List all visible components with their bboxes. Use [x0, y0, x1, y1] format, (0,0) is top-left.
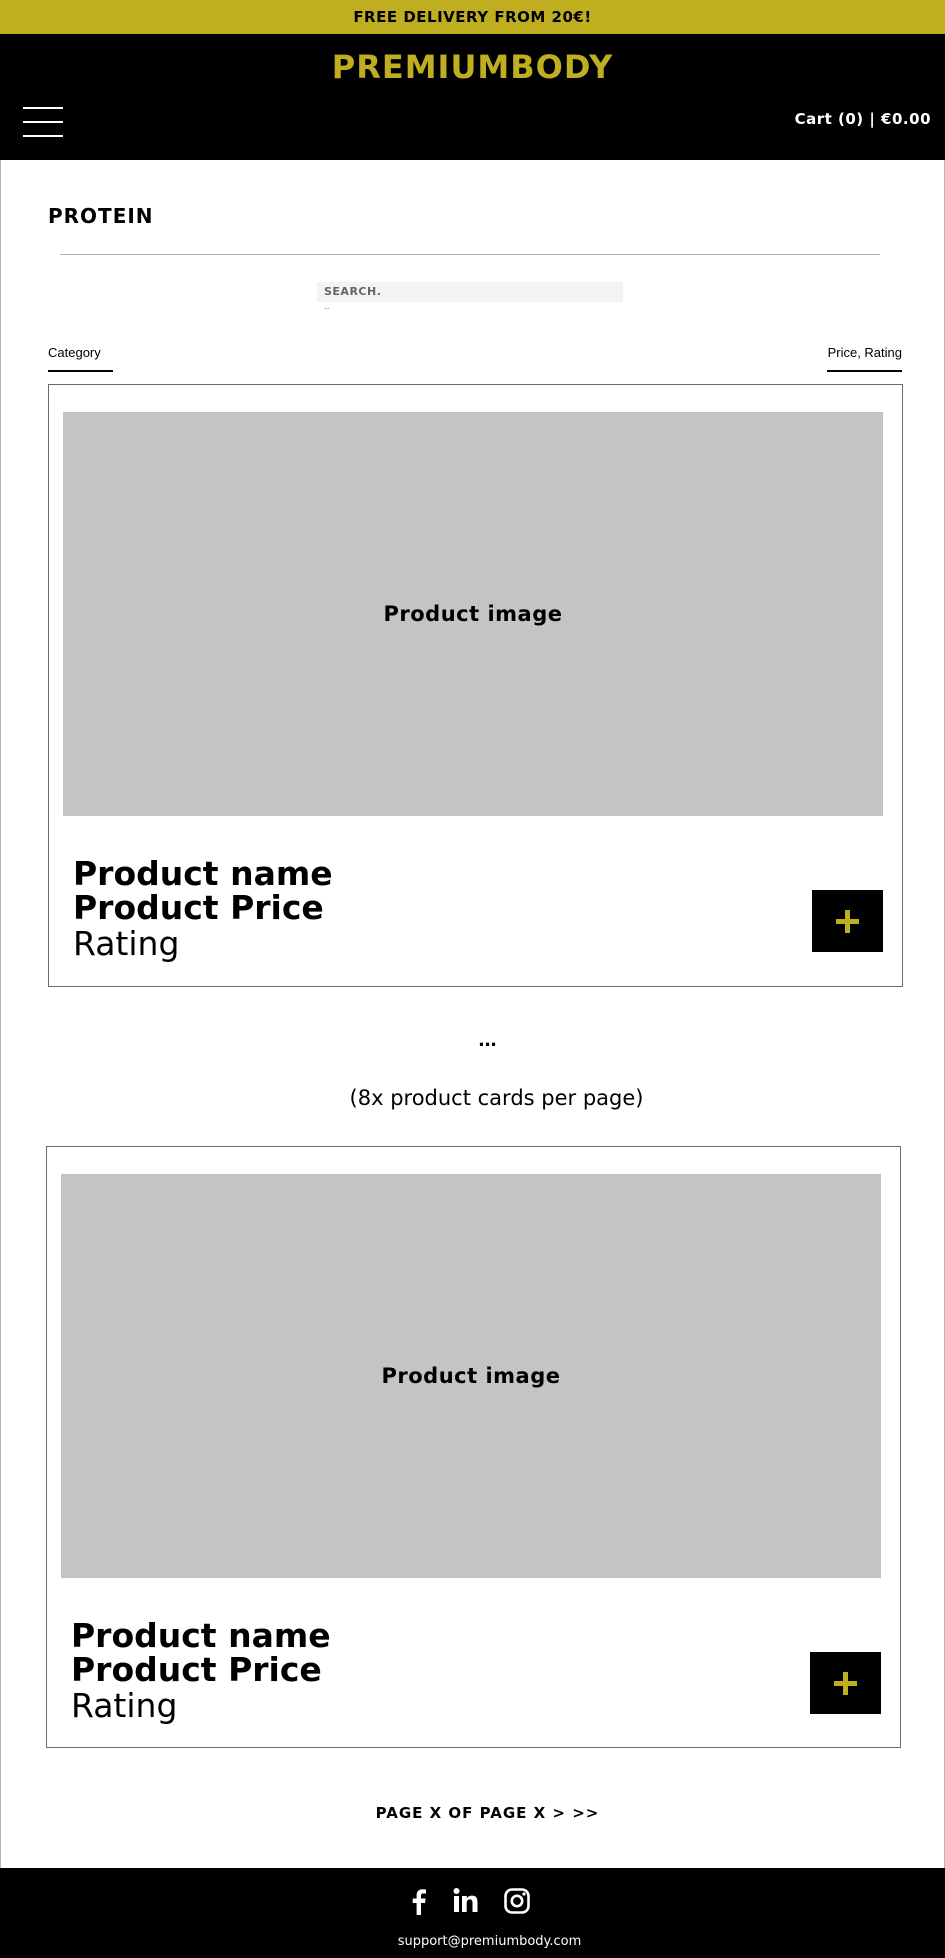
product-rating: Rating: [73, 924, 180, 963]
product-name[interactable]: Product name: [71, 1618, 331, 1654]
title-divider: [60, 254, 880, 255]
sort-filter-underline: [827, 370, 902, 372]
linkedin-icon[interactable]: [451, 1886, 481, 1916]
product-price: Product Price: [71, 1650, 322, 1689]
category-filter-underline: [48, 370, 113, 372]
announcement-bar: FREE DELIVERY FROM 20€!: [0, 0, 945, 34]
category-filter[interactable]: Category: [48, 345, 101, 360]
product-image[interactable]: Product image: [61, 1174, 881, 1578]
plus-icon[interactable]: [810, 1652, 881, 1714]
page-title: PROTEIN: [48, 204, 154, 228]
cards-per-page-note: (8x product cards per page): [349, 1086, 644, 1110]
support-email-link[interactable]: support@premiumbody.com: [0, 1934, 945, 1949]
product-rating: Rating: [71, 1686, 178, 1725]
plus-icon[interactable]: [812, 890, 883, 952]
cart-link[interactable]: Cart (0) | €0.00: [795, 110, 931, 128]
product-card[interactable]: Product image Product name Product Price…: [48, 384, 903, 987]
more-cards-ellipsis: ...: [478, 1026, 497, 1051]
facebook-icon[interactable]: [404, 1886, 434, 1916]
announcement-text: FREE DELIVERY FROM 20€!: [353, 8, 592, 26]
product-image-label: Product image: [383, 602, 563, 626]
instagram-icon[interactable]: [502, 1886, 532, 1916]
pagination[interactable]: PAGE X OF PAGE X > >>: [0, 1804, 945, 1822]
site-header: PREMIUMBODY Cart (0) | €0.00: [0, 34, 945, 160]
product-card[interactable]: Product image Product name Product Price…: [46, 1146, 901, 1748]
sort-filter[interactable]: Price, Rating: [828, 345, 902, 360]
site-footer: support@premiumbody.com: [0, 1868, 945, 1958]
product-name[interactable]: Product name: [73, 856, 333, 892]
search-hint-dots: ..: [324, 301, 330, 312]
page-border-left: [0, 160, 1, 1868]
product-image-label: Product image: [381, 1364, 561, 1388]
site-logo[interactable]: PREMIUMBODY: [0, 48, 945, 86]
product-image[interactable]: Product image: [63, 412, 883, 816]
search-label: SEARCH.: [324, 285, 382, 298]
product-price: Product Price: [73, 888, 324, 927]
hamburger-menu-icon[interactable]: [23, 107, 63, 139]
